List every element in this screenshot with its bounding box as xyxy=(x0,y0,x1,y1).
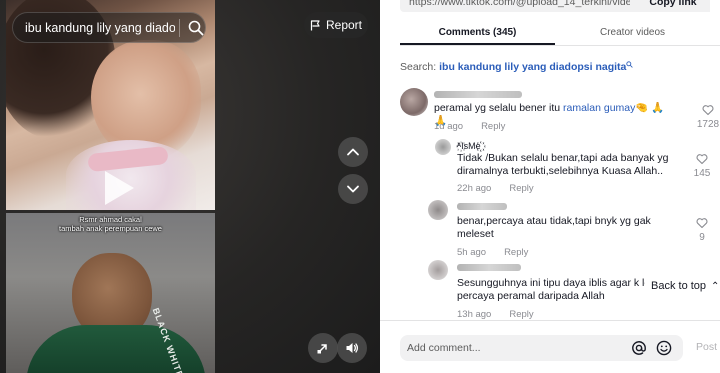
comment-item: peramal yg selalu bener itu ramalan guma… xyxy=(400,88,720,134)
video-link-row: https://www.tiktok.com/@upload_14_terkin… xyxy=(400,0,710,12)
chevron-down-icon xyxy=(347,185,359,193)
heart-icon xyxy=(702,105,714,116)
video-search-query[interactable]: ibu kandung lily yang diadopsi nagita xyxy=(25,21,175,35)
comment-time: 5h ago xyxy=(457,247,487,258)
chevron-up-icon xyxy=(347,148,359,156)
comments-panel: https://www.tiktok.com/@upload_14_terkin… xyxy=(380,0,720,373)
reply-button[interactable]: Reply xyxy=(509,183,533,194)
comment-composer: Post xyxy=(380,320,720,373)
previous-video-button[interactable] xyxy=(338,137,368,167)
reply-button[interactable]: Reply xyxy=(509,309,533,320)
copy-link-button[interactable]: Copy link xyxy=(636,0,710,12)
username-redacted[interactable] xyxy=(434,91,522,98)
reply-button[interactable]: Reply xyxy=(504,247,528,258)
caption-line: tambah anak perempuan cewe xyxy=(59,224,162,233)
username-redacted[interactable] xyxy=(457,203,507,210)
like-count: 145 xyxy=(693,168,711,179)
comment-text: benar,percaya atau tidak,tapi bnyk yg ga… xyxy=(457,215,651,240)
reply-item: benar,percaya atau tidak,tapi bnyk yg ga… xyxy=(428,197,720,258)
comment-meta: 5h ago Reply xyxy=(457,247,528,258)
search-icon xyxy=(626,61,634,68)
comment-mention[interactable]: ramalan gumay xyxy=(563,102,635,114)
reply-item: ᴬ꙰IsMe꙰꙰ Tidak /Bukan selalu benar,tapi … xyxy=(435,137,720,195)
comment-time: 22h ago xyxy=(457,183,492,194)
back-to-top-label: Back to top xyxy=(651,280,707,292)
related-search[interactable]: Search: ibu kandung lily yang diadopsi n… xyxy=(400,61,634,73)
video-url[interactable]: https://www.tiktok.com/@upload_14_terkin… xyxy=(400,0,630,8)
volume-icon xyxy=(346,343,359,353)
avatar[interactable] xyxy=(400,88,428,116)
like-button[interactable]: 145 xyxy=(690,153,714,179)
search-divider xyxy=(179,18,180,37)
report-label: Report xyxy=(325,18,363,32)
tab-creator-videos[interactable]: Creator videos xyxy=(555,22,710,45)
reply-button[interactable]: Reply xyxy=(481,121,505,132)
next-video-button[interactable] xyxy=(338,174,368,204)
tab-comments[interactable]: Comments (345) xyxy=(400,22,555,45)
post-button[interactable]: Post xyxy=(696,341,717,353)
flag-icon xyxy=(310,19,320,30)
related-search-prefix: Search: xyxy=(400,61,437,73)
heart-icon xyxy=(696,154,708,165)
video-search-bar[interactable]: ibu kandung lily yang diadopsi nagita xyxy=(12,12,206,43)
avatar[interactable] xyxy=(435,139,451,155)
comment-meta: 22h ago Reply xyxy=(457,183,534,194)
video-frame-bottom: BLACK WHITE Rsmr ahmad cakal tambah anak… xyxy=(6,213,215,373)
comment-text: Sesungguhnya ini tipu daya iblis agar k … xyxy=(457,277,665,302)
search-icon[interactable] xyxy=(188,20,204,36)
back-to-top-button[interactable]: Back to top ⌃ xyxy=(645,274,720,298)
like-count: 9 xyxy=(699,232,705,243)
video-player[interactable]: BLACK WHITE Rsmr ahmad cakal tambah anak… xyxy=(0,0,380,373)
volume-button[interactable] xyxy=(337,333,367,363)
video-overlay-caption: Rsmr ahmad cakal tambah anak perempuan c… xyxy=(6,215,215,233)
comment-time: 1d ago xyxy=(434,121,464,132)
comment-text: Tidak /Bukan selalu benar,tapi ada banya… xyxy=(457,152,669,177)
like-button[interactable]: 9 xyxy=(690,217,714,243)
comments-tabs: Comments (345) Creator videos xyxy=(400,22,720,46)
avatar[interactable] xyxy=(428,260,448,280)
floating-player-button[interactable] xyxy=(308,333,338,363)
heart-icon xyxy=(696,218,708,229)
related-search-keyword[interactable]: ibu kandung lily yang diadopsi nagita xyxy=(439,61,626,73)
avatar[interactable] xyxy=(428,200,448,220)
play-icon[interactable] xyxy=(99,168,137,208)
reply-username[interactable]: ᴬ꙰IsMe꙰꙰ xyxy=(457,139,481,152)
emoji-icon[interactable] xyxy=(656,340,672,356)
comment-meta: 13h ago Reply xyxy=(457,309,534,320)
mention-icon[interactable] xyxy=(631,340,647,356)
comment-meta: 1d ago Reply xyxy=(434,121,505,132)
caption-line: Rsmr ahmad cakal xyxy=(79,215,142,224)
report-button[interactable]: Report xyxy=(304,12,368,38)
comment-time: 13h ago xyxy=(457,309,492,320)
username-redacted[interactable] xyxy=(457,264,521,271)
floating-player-icon xyxy=(317,344,327,354)
like-count: 1728 xyxy=(696,119,720,130)
double-chevron-up-icon: ⌃ xyxy=(711,280,720,292)
like-button[interactable]: 1728 xyxy=(696,104,720,130)
